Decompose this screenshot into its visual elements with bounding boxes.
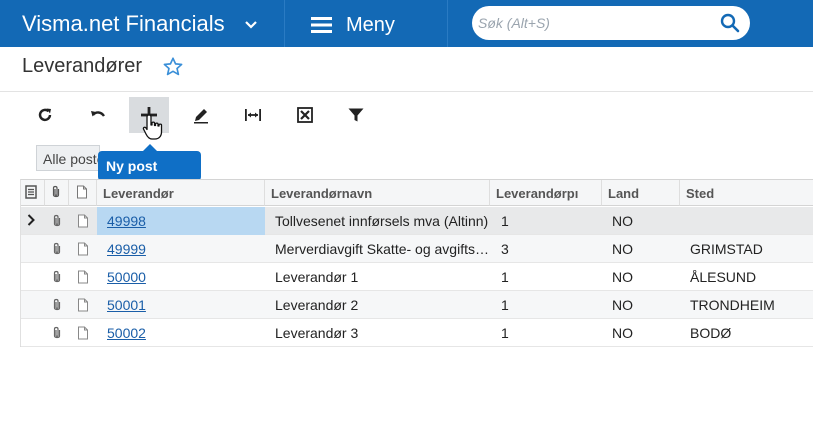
vendor-name-cell[interactable]: Leverandør 3 bbox=[269, 319, 489, 347]
city-cell[interactable]: GRIMSTAD bbox=[684, 235, 813, 263]
table-row[interactable]: 50001 Leverandør 2 1 NO TRONDHEIM bbox=[21, 291, 813, 319]
vendor-price-cell[interactable]: 3 bbox=[495, 235, 601, 263]
pencil-icon bbox=[194, 109, 208, 124]
document-icon[interactable] bbox=[77, 242, 89, 256]
country-cell[interactable]: NO bbox=[606, 263, 680, 291]
vendor-id-link[interactable]: 49998 bbox=[97, 207, 265, 235]
grid-header-vendor[interactable]: Leverandør bbox=[97, 180, 265, 206]
fit-width-icon bbox=[245, 109, 261, 121]
hand-cursor-icon bbox=[142, 114, 163, 140]
refresh-icon bbox=[38, 108, 52, 122]
vendor-name-cell[interactable]: Leverandør 2 bbox=[269, 291, 489, 319]
paperclip-icon bbox=[52, 185, 60, 198]
document-icon[interactable] bbox=[77, 298, 89, 312]
country-cell[interactable]: NO bbox=[606, 207, 680, 235]
vendor-price-cell[interactable]: 1 bbox=[495, 207, 601, 235]
city-cell[interactable]: BODØ bbox=[684, 319, 813, 347]
vendor-id-link[interactable]: 50002 bbox=[97, 319, 265, 347]
excel-icon bbox=[297, 107, 313, 123]
grid-header-city[interactable]: Sted bbox=[680, 180, 813, 206]
filter-button[interactable] bbox=[336, 97, 376, 133]
table-row[interactable]: 50002 Leverandør 3 1 NO BODØ bbox=[21, 319, 813, 347]
undo-icon bbox=[91, 111, 105, 117]
paperclip-icon[interactable] bbox=[51, 326, 63, 340]
vendor-id-link[interactable]: 50000 bbox=[97, 263, 265, 291]
fit-columns-button[interactable] bbox=[233, 97, 273, 133]
vendor-price-cell[interactable]: 1 bbox=[495, 291, 601, 319]
undo-button[interactable] bbox=[78, 97, 118, 133]
vendor-name-cell[interactable]: Merverdiavgift Skatte- og avgiftsetaten bbox=[269, 235, 489, 263]
paperclip-icon[interactable] bbox=[51, 270, 63, 284]
document-icon[interactable] bbox=[77, 326, 89, 340]
search-icon[interactable] bbox=[720, 13, 740, 33]
grid-header-notes[interactable] bbox=[21, 180, 45, 206]
table-row[interactable]: 49998 Tollvesenet innførsels mva (Altinn… bbox=[21, 207, 813, 235]
topbar-divider bbox=[284, 0, 285, 47]
city-cell[interactable]: ÅLESUND bbox=[684, 263, 813, 291]
search-box[interactable] bbox=[472, 6, 750, 40]
header-divider bbox=[0, 91, 813, 92]
menu-button[interactable]: Meny bbox=[346, 14, 395, 37]
favorite-star-icon[interactable] bbox=[162, 56, 184, 78]
table-row[interactable]: 49999 Merverdiavgift Skatte- og avgiftse… bbox=[21, 235, 813, 263]
export-excel-button[interactable] bbox=[285, 97, 325, 133]
grid-header-attachments[interactable] bbox=[45, 180, 69, 206]
city-cell[interactable] bbox=[684, 207, 813, 235]
document-icon bbox=[77, 185, 87, 199]
filter-icon bbox=[348, 108, 364, 122]
vendor-id-link[interactable]: 50001 bbox=[97, 291, 265, 319]
document-icon[interactable] bbox=[77, 214, 89, 228]
vendor-grid: Leverandør Leverandørnavn Leverandørpı L… bbox=[20, 179, 813, 347]
vendor-price-cell[interactable]: 1 bbox=[495, 319, 601, 347]
topbar-divider bbox=[447, 0, 448, 47]
brand-title[interactable]: Visma.net Financials bbox=[22, 11, 225, 37]
city-cell[interactable]: TRONDHEIM bbox=[684, 291, 813, 319]
page-title: Leverandører bbox=[22, 55, 143, 77]
current-row-arrow-icon bbox=[27, 214, 35, 226]
grid-header-country[interactable]: Land bbox=[602, 180, 680, 206]
vendor-id-link[interactable]: 49999 bbox=[97, 235, 265, 263]
paperclip-icon[interactable] bbox=[51, 298, 63, 312]
paperclip-icon[interactable] bbox=[51, 242, 63, 256]
grid-header-files[interactable] bbox=[69, 180, 97, 206]
hamburger-menu-icon[interactable] bbox=[311, 17, 332, 33]
table-row[interactable]: 50000 Leverandør 1 1 NO ÅLESUND bbox=[21, 263, 813, 291]
refresh-button[interactable] bbox=[25, 97, 65, 133]
grid-header-vendor-name[interactable]: Leverandørnavn bbox=[265, 180, 490, 206]
filter-tab-all-records[interactable]: Alle poster bbox=[36, 145, 100, 171]
vendor-name-cell[interactable]: Leverandør 1 bbox=[269, 263, 489, 291]
notes-icon bbox=[25, 185, 37, 199]
country-cell[interactable]: NO bbox=[606, 319, 680, 347]
country-cell[interactable]: NO bbox=[606, 291, 680, 319]
tooltip-new-record: Ny post bbox=[98, 151, 201, 181]
search-input[interactable] bbox=[478, 10, 708, 36]
country-cell[interactable]: NO bbox=[606, 235, 680, 263]
chevron-down-icon[interactable] bbox=[243, 16, 259, 32]
document-icon[interactable] bbox=[77, 270, 89, 284]
top-bar: Visma.net Financials Meny bbox=[0, 0, 813, 47]
grid-header-vendor-price[interactable]: Leverandørpı bbox=[490, 180, 602, 206]
vendor-price-cell[interactable]: 1 bbox=[495, 263, 601, 291]
edit-button[interactable] bbox=[181, 97, 221, 133]
vendor-name-cell[interactable]: Tollvesenet innførsels mva (Altinn) bbox=[269, 207, 489, 235]
paperclip-icon[interactable] bbox=[51, 214, 63, 228]
